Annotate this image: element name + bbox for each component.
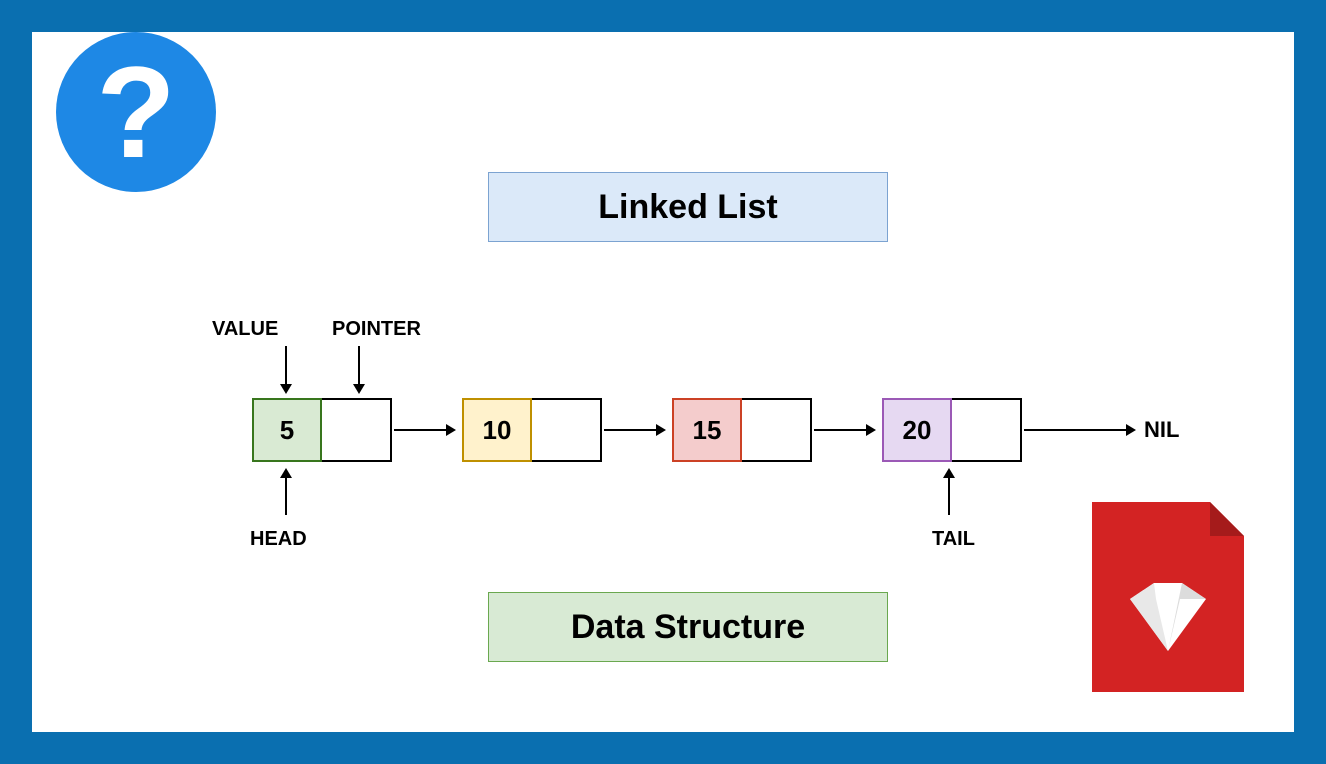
node-pointer [952, 398, 1022, 462]
label-pointer: POINTER [332, 318, 421, 341]
ruby-file-icon [1092, 502, 1244, 692]
label-tail: TAIL [932, 528, 975, 551]
arrow-up-icon [948, 470, 950, 515]
node-value: 10 [462, 398, 532, 462]
label-nil: NIL [1144, 417, 1179, 443]
arrow-next-icon [604, 429, 664, 431]
node-pointer [532, 398, 602, 462]
arrow-down-icon [285, 346, 287, 392]
annotation-connector [32, 48, 1294, 64]
arrow-next-icon [394, 429, 454, 431]
diagram-subtitle: Data Structure [488, 592, 888, 662]
annotation-connector [32, 32, 1294, 48]
list-node-tail: 20 [882, 398, 1022, 462]
node-value: 5 [252, 398, 322, 462]
node-pointer [322, 398, 392, 462]
list-node: 10 [462, 398, 602, 462]
label-value: VALUE [212, 318, 278, 341]
label-head: HEAD [250, 528, 307, 551]
list-node-head: 5 [252, 398, 392, 462]
arrow-next-icon [1024, 429, 1134, 431]
diagram-title: Linked List [488, 172, 888, 242]
node-pointer [742, 398, 812, 462]
list-node: 15 [672, 398, 812, 462]
help-icon: ? [56, 32, 216, 192]
arrow-down-icon [358, 346, 360, 392]
arrow-up-icon [285, 470, 287, 515]
diagram-canvas: ? Linked List VALUE POINTER 5 10 15 20 N… [32, 32, 1294, 732]
node-value: 20 [882, 398, 952, 462]
node-value: 15 [672, 398, 742, 462]
arrow-next-icon [814, 429, 874, 431]
